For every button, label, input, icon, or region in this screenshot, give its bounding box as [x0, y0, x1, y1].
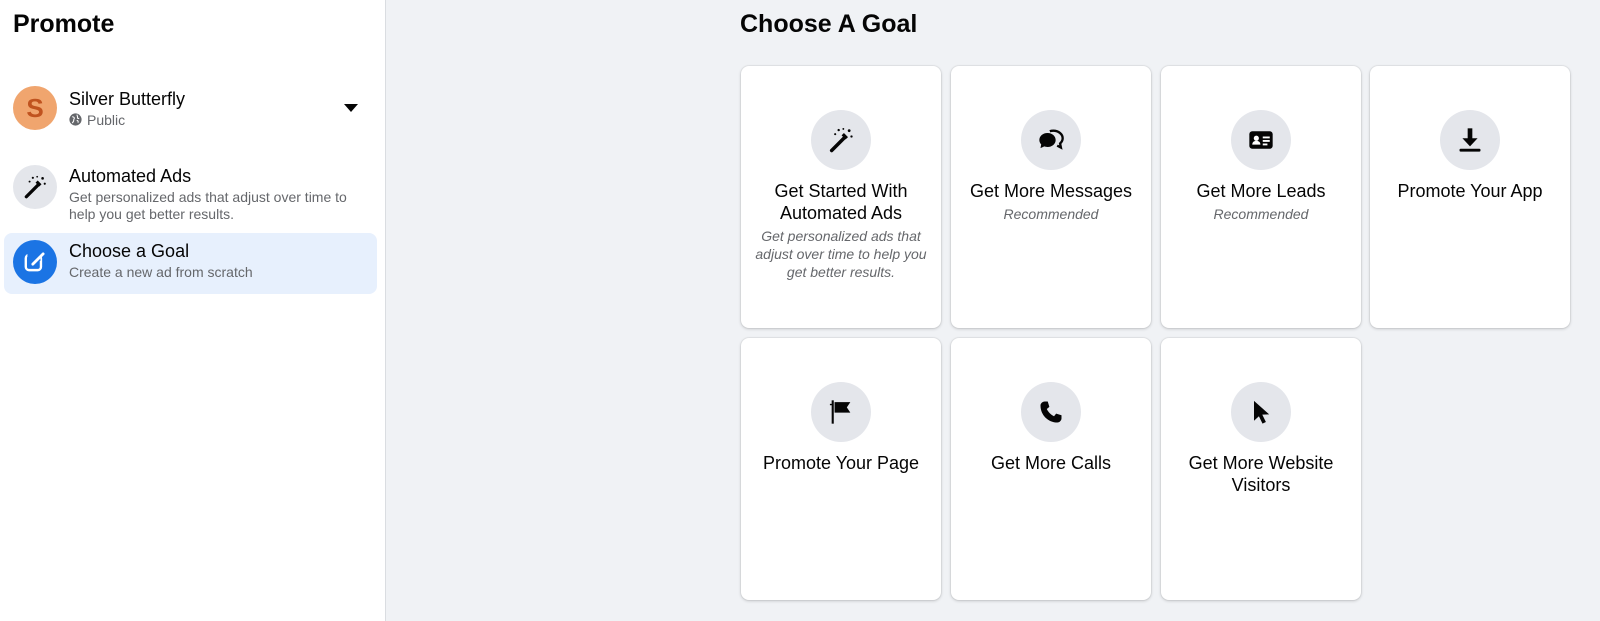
sidebar: Promote S Silver Butterfly Public Automa… — [0, 0, 386, 621]
card-title: Get More Messages — [969, 181, 1133, 201]
account-selector[interactable]: S Silver Butterfly Public — [4, 76, 377, 140]
edit-icon — [13, 240, 57, 284]
goal-card-messages[interactable]: Get More Messages Recommended — [951, 66, 1151, 328]
magic-wand-icon — [811, 110, 871, 170]
card-title: Promote Your Page — [762, 453, 920, 473]
goal-card-leads[interactable]: Get More Leads Recommended — [1161, 66, 1361, 328]
sidebar-item-choose-goal[interactable]: Choose a Goal Create a new ad from scrat… — [4, 233, 377, 294]
sidebar-item-automated-ads[interactable]: Automated Ads Get personalized ads that … — [4, 158, 377, 228]
nav-description: Get personalized ads that adjust over ti… — [69, 189, 347, 222]
nav-text: Automated Ads Get personalized ads that … — [69, 165, 368, 223]
lead-card-icon — [1231, 110, 1291, 170]
account-info: Silver Butterfly Public — [69, 88, 337, 129]
nav-title: Automated Ads — [69, 166, 192, 186]
card-subtitle: Get personalized ads that adjust over ti… — [755, 228, 927, 280]
card-title: Get Started With Automated Ads — [774, 181, 908, 223]
caret-down-icon — [344, 104, 358, 112]
goal-card-website-visitors[interactable]: Get More Website Visitors — [1161, 338, 1361, 600]
messages-icon — [1021, 110, 1081, 170]
sidebar-title: Promote — [13, 10, 115, 38]
magic-wand-icon — [13, 165, 57, 209]
privacy-label: Public — [87, 111, 126, 128]
flag-icon — [811, 382, 871, 442]
card-title: Get More Website Visitors — [1188, 453, 1334, 495]
page-title: Choose A Goal — [740, 10, 918, 38]
goal-card-promote-app[interactable]: Promote Your App — [1370, 66, 1570, 328]
avatar: S — [13, 86, 57, 130]
app-root: Promote S Silver Butterfly Public Automa… — [0, 0, 1600, 621]
goal-card-promote-page[interactable]: Promote Your Page — [741, 338, 941, 600]
globe-icon — [69, 113, 82, 126]
account-dropdown-button[interactable] — [337, 94, 365, 122]
account-name: Silver Butterfly — [69, 88, 186, 109]
goal-card-automated-ads[interactable]: Get Started With Automated Ads Get perso… — [741, 66, 941, 328]
card-subtitle: Recommended — [1003, 206, 1099, 222]
card-title: Get More Calls — [990, 453, 1112, 473]
nav-text: Choose a Goal Create a new ad from scrat… — [69, 240, 253, 281]
cursor-icon — [1231, 382, 1291, 442]
card-title: Promote Your App — [1397, 181, 1543, 201]
goal-card-calls[interactable]: Get More Calls — [951, 338, 1151, 600]
phone-icon — [1021, 382, 1081, 442]
account-privacy: Public — [69, 111, 337, 129]
card-subtitle: Recommended — [1213, 206, 1309, 222]
nav-title: Choose a Goal — [69, 241, 190, 261]
card-title: Get More Leads — [1196, 181, 1326, 201]
download-icon — [1440, 110, 1500, 170]
nav-description: Create a new ad from scratch — [69, 264, 253, 280]
